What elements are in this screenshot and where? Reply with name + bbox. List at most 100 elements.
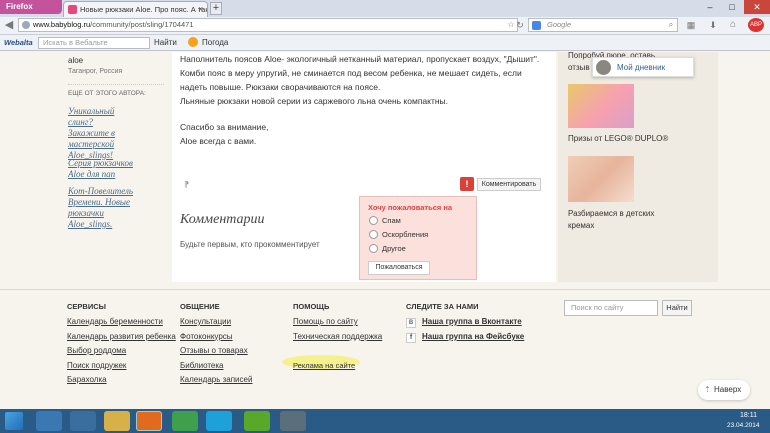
site-footer: СЕРВИСЫ Календарь беременности Календарь… <box>0 289 770 409</box>
webalta-toolbar: Webalta Искать в Вебальте Найти Погода <box>0 35 770 51</box>
reload-icon[interactable]: ↻ <box>513 18 527 32</box>
clock-date[interactable]: 23.04.2014 <box>727 422 760 429</box>
footer-link[interactable]: Календарь беременности <box>67 315 176 330</box>
webalta-search-button[interactable]: Найти <box>154 38 177 47</box>
back-to-top-button[interactable]: ⇡ Наверх <box>698 380 750 400</box>
footer-link[interactable]: Помощь по сайту <box>293 315 382 330</box>
title-bar: Firefox Новые рюкзаки Aloe. Про пояс. А … <box>0 0 770 17</box>
webalta-logo[interactable]: Webalta <box>4 38 33 47</box>
explorer-folder-icon[interactable] <box>104 411 130 431</box>
footer-link[interactable]: Техническая поддержка <box>293 330 382 345</box>
search-magnifier-icon[interactable]: ⌕ <box>664 18 678 32</box>
footer-link[interactable]: Барахолка <box>67 373 176 388</box>
url-domain: www.babyblog.ru <box>33 20 91 29</box>
report-icon[interactable]: ! <box>460 177 474 191</box>
avatar <box>596 60 611 75</box>
lego-promo-image[interactable] <box>568 84 634 128</box>
site-identity-icon[interactable] <box>22 21 30 29</box>
vk-icon[interactable]: B <box>406 318 416 328</box>
close-tab-icon[interactable]: × <box>198 2 203 17</box>
no-comments-text: Будьте первым, кто прокомментирует <box>180 240 320 249</box>
search-box[interactable]: Google <box>528 18 678 32</box>
author-post-link[interactable]: Уникальный слинг? Закажите в мастерской … <box>68 106 134 161</box>
footer-services-list: Календарь беременности Календарь развити… <box>67 315 176 388</box>
footer-link[interactable]: Календарь записей <box>180 373 252 388</box>
footer-heading: СЛЕДИТЕ ЗА НАМИ <box>406 302 479 311</box>
footer-heading: ОБЩЕНИЕ <box>180 302 220 311</box>
tab-title: Новые рюкзаки Aloe. Про пояс. А так ... <box>80 5 208 14</box>
gimp-icon[interactable] <box>280 411 306 431</box>
google-engine-icon[interactable] <box>532 21 541 30</box>
ie-icon[interactable] <box>36 411 62 431</box>
address-bar[interactable]: www.babyblog.ru/community/post/sling/170… <box>18 18 518 32</box>
footer-help-list: Помощь по сайту Техническая поддержка Ре… <box>293 315 382 373</box>
promo-cream-link[interactable]: Разбираемся в детских кремах <box>568 208 668 232</box>
footer-ads-link[interactable]: Реклама на сайте <box>293 359 382 374</box>
skype-icon[interactable] <box>206 411 232 431</box>
complaint-option-label: Другое <box>382 244 406 253</box>
windows-start-icon[interactable] <box>5 412 23 430</box>
footer-link[interactable]: Выбор роддома <box>67 344 176 359</box>
comments-title: Комментарии <box>180 212 265 227</box>
footer-search-input[interactable]: Поиск по сайту <box>564 300 658 316</box>
footer-link[interactable]: Календарь развития ребенка <box>67 330 176 345</box>
facebook-group-link[interactable]: Наша группа на Фейсбуке <box>422 330 524 345</box>
chrome-icon[interactable] <box>172 411 198 431</box>
footer-search-button[interactable]: Найти <box>662 300 692 316</box>
bookmarks-icon[interactable]: ▦ <box>684 18 698 32</box>
firefox-taskbar-icon[interactable] <box>136 411 162 431</box>
quote-icon[interactable]: ⁋ <box>184 180 189 189</box>
weather-sun-icon[interactable] <box>188 37 198 47</box>
adblock-icon[interactable]: ABP <box>748 18 764 32</box>
complaint-title: Хочу пожаловаться на <box>368 203 453 212</box>
url-path: /community/post/sling/1704471 <box>90 20 194 29</box>
paint-icon[interactable] <box>70 411 96 431</box>
post-signature: Aloe всегда с вами. <box>180 136 257 146</box>
home-icon[interactable]: ⌂ <box>726 18 740 32</box>
webalta-search-placeholder: Искать в Вебальте <box>43 38 108 47</box>
complaint-option-label: Спам <box>382 216 401 225</box>
footer-link[interactable]: Библиотека <box>180 359 252 374</box>
comment-button[interactable]: Комментировать <box>477 178 541 191</box>
maximize-icon[interactable]: □ <box>722 0 742 14</box>
author-name[interactable]: aloe <box>68 56 83 65</box>
cream-promo-image[interactable] <box>568 156 634 202</box>
complaint-popup: Хочу пожаловаться на Спам Оскорбления Др… <box>359 196 477 280</box>
my-diary-link[interactable]: Мой дневник <box>617 63 665 72</box>
author-post-link[interactable]: Кот-Повелитель Времени. Новые рюкзачки A… <box>68 186 140 230</box>
post-body: Наполнитель поясов Aloe- экологичный нет… <box>172 52 556 282</box>
minimize-icon[interactable]: – <box>700 0 720 14</box>
firefox-menu-button[interactable]: Firefox <box>0 0 62 14</box>
footer-link[interactable]: Фотоконкурсы <box>180 330 252 345</box>
back-arrow-icon[interactable]: ◀ <box>2 18 16 32</box>
clock-time[interactable]: 18:11 <box>740 412 757 419</box>
browser-tab[interactable]: Новые рюкзаки Aloe. Про пояс. А так ... … <box>63 1 208 17</box>
post-line: Комби пояс в меру упругий, не сминается … <box>180 68 522 78</box>
complaint-submit-button[interactable]: Пожаловаться <box>368 261 430 275</box>
complaint-radio[interactable] <box>369 216 378 225</box>
weather-link[interactable]: Погода <box>202 38 228 47</box>
complaint-radio[interactable] <box>369 230 378 239</box>
facebook-icon[interactable]: f <box>406 333 416 343</box>
post-thanks: Спасибо за внимание, <box>180 122 269 132</box>
downloads-icon[interactable]: ⬇ <box>706 18 720 32</box>
author-post-link[interactable]: Серия рюкзачков Aloe для пап <box>68 158 134 180</box>
author-sidebar: aloe Таганрог, Россия ЕЩЕ ОТ ЭТОГО АВТОР… <box>60 52 170 282</box>
vk-group-link[interactable]: Наша группа в Вконтакте <box>422 315 522 330</box>
promo-sidebar: Попробуй пюре, оставь отзыв Мой дневник … <box>558 52 718 282</box>
page-content: aloe Таганрог, Россия ЕЩЕ ОТ ЭТОГО АВТОР… <box>0 52 770 409</box>
promo-lego-link[interactable]: Призы от LEGO® DUPLO® <box>568 134 668 143</box>
footer-link[interactable]: Консультации <box>180 315 252 330</box>
post-line: Наполнитель поясов Aloe- экологичный нет… <box>180 54 540 64</box>
close-window-icon[interactable]: ✕ <box>744 0 770 14</box>
complaint-radio[interactable] <box>369 244 378 253</box>
navigation-bar: ◀ www.babyblog.ru/community/post/sling/1… <box>0 17 770 35</box>
new-tab-button[interactable]: + <box>210 2 222 15</box>
footer-link[interactable]: Поиск подружек <box>67 359 176 374</box>
utorrent-icon[interactable] <box>244 411 270 431</box>
windows-taskbar: 18:11 23.04.2014 <box>0 409 770 433</box>
diary-popup[interactable]: Мой дневник <box>592 57 694 77</box>
footer-link[interactable]: Отзывы о товарах <box>180 344 252 359</box>
complaint-option-label: Оскорбления <box>382 230 429 239</box>
webalta-search-input[interactable]: Искать в Вебальте <box>38 37 150 49</box>
